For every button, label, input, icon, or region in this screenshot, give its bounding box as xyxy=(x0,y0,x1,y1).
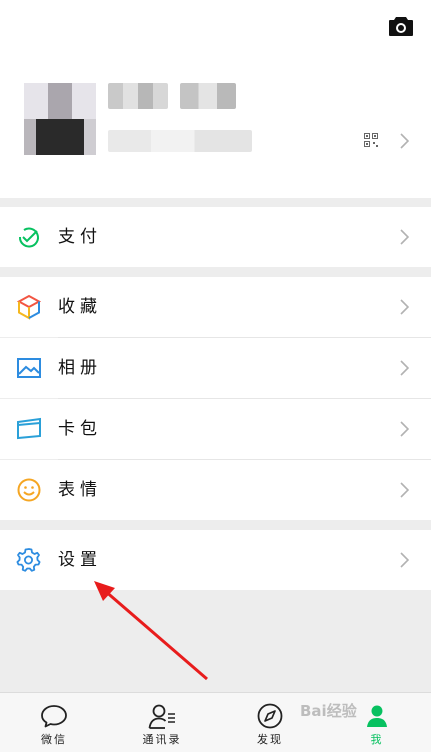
profile-header xyxy=(0,0,431,198)
menu-item-label: 支付 xyxy=(58,227,102,247)
menu-item-label: 表情 xyxy=(58,480,102,500)
menu-item-stickers[interactable]: 表情 xyxy=(0,460,431,520)
contacts-icon xyxy=(148,704,175,729)
menu-item-album[interactable]: 相册 xyxy=(0,338,431,398)
tab-label: 我 xyxy=(370,733,384,746)
avatar[interactable] xyxy=(24,83,96,155)
tab-label: 通讯录 xyxy=(142,733,182,746)
nickname-blurred xyxy=(108,83,168,109)
menu-item-settings[interactable]: 设置 xyxy=(0,530,431,590)
qr-code-icon[interactable] xyxy=(364,133,378,147)
menu-item-label: 设置 xyxy=(58,550,102,570)
chat-bubble-icon xyxy=(41,705,67,728)
wechat-id-blurred xyxy=(108,130,252,152)
person-icon xyxy=(367,705,387,727)
tab-label: 微信 xyxy=(41,733,67,746)
chevron-right-icon[interactable] xyxy=(400,133,409,149)
chevron-right-icon xyxy=(400,299,409,315)
tab-chats[interactable]: 微信 xyxy=(0,693,108,752)
menu-item-pay[interactable]: 支付 xyxy=(0,207,431,267)
menu-item-label: 收藏 xyxy=(58,297,102,317)
image-icon xyxy=(17,358,41,378)
chevron-right-icon xyxy=(400,421,409,437)
chevron-right-icon xyxy=(400,229,409,245)
watermark: Bai经验 xyxy=(300,702,357,720)
gear-icon xyxy=(16,548,41,572)
wechat-pay-icon xyxy=(18,227,39,248)
menu-item-favorites[interactable]: 收藏 xyxy=(0,277,431,337)
card-icon xyxy=(17,417,41,440)
smiley-icon xyxy=(17,478,41,502)
menu-item-label: 相册 xyxy=(58,358,102,378)
tab-label: 发现 xyxy=(257,733,283,746)
tab-bar: 微信 通讯录 发现 我 xyxy=(0,692,431,752)
chevron-right-icon xyxy=(400,552,409,568)
tab-contacts[interactable]: 通讯录 xyxy=(108,693,216,752)
camera-icon[interactable] xyxy=(388,15,414,37)
nickname-blurred-2 xyxy=(180,83,236,109)
chevron-right-icon xyxy=(400,360,409,376)
menu-item-card-wallet[interactable]: 卡包 xyxy=(0,399,431,459)
cube-icon xyxy=(16,294,42,320)
chevron-right-icon xyxy=(400,482,409,498)
compass-icon xyxy=(257,703,283,729)
menu-item-label: 卡包 xyxy=(58,419,102,439)
